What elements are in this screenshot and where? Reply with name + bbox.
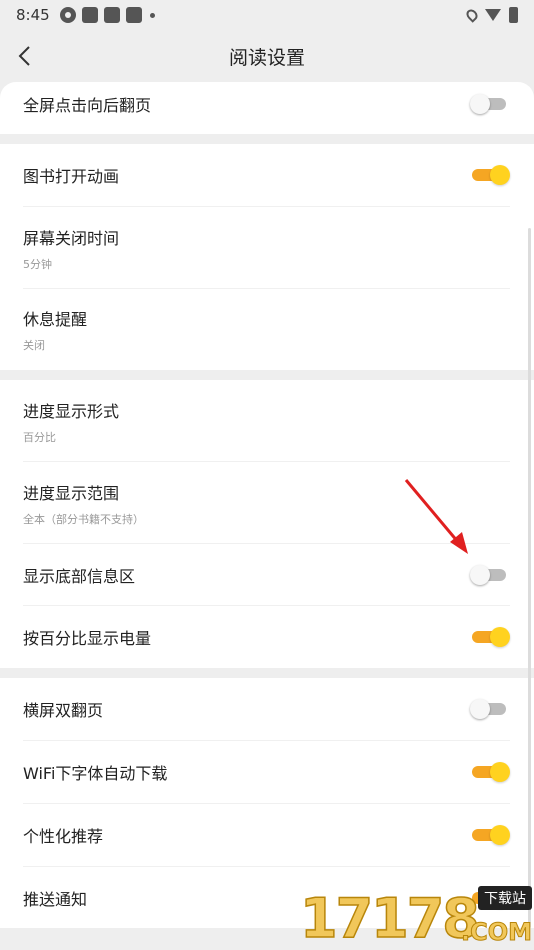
battery-icon [509,7,518,23]
app-icon [125,7,142,23]
toggle-battery-percent[interactable] [470,627,510,647]
app-icon [103,7,120,23]
setting-title: 横屏双翻页 [23,701,104,720]
setting-title: 全屏点击向后翻页 [23,96,152,115]
setting-title: 按百分比显示电量 [23,629,152,648]
setting-row-open-animation[interactable]: 图书打开动画 [0,144,534,206]
setting-row-battery-percent[interactable]: 按百分比显示电量 [0,606,534,668]
setting-row-progress-format[interactable]: 进度显示形式 百分比 [0,380,534,462]
toggle-personalized-recommend[interactable] [470,825,510,845]
watermark-suffix: .COM [460,918,532,947]
back-button[interactable] [8,40,40,72]
setting-title: 休息提醒 [23,310,88,329]
chevron-left-icon [18,46,30,66]
setting-value: 百分比 [23,430,56,444]
fan-icon [59,7,76,23]
watermark-number: 17178 [299,887,480,950]
settings-section-2: 图书打开动画 屏幕关闭时间 5分钟 休息提醒 关闭 [0,144,534,370]
setting-title: 推送通知 [23,889,88,909]
title-bar: 阅读设置 [0,30,534,82]
setting-row-fullscreen-tap[interactable]: 全屏点击向后翻页 [0,82,534,126]
setting-row-screen-timeout[interactable]: 屏幕关闭时间 5分钟 [0,207,534,289]
toggle-fullscreen-tap[interactable] [470,94,510,114]
toggle-wifi-font-download[interactable] [470,762,510,782]
watermark-logo: 17178 下载站 .COM [299,886,533,950]
wifi-icon [485,9,501,21]
page-title: 阅读设置 [228,46,305,69]
setting-value: 5分钟 [23,257,52,271]
setting-title: 进度显示范围 [23,483,120,503]
setting-title: 个性化推荐 [23,827,104,846]
setting-row-wifi-font-download[interactable]: WiFi下字体自动下载 [0,741,534,803]
app-icon [81,7,98,23]
settings-section-1: 全屏点击向后翻页 [0,82,534,134]
setting-title: 图书打开动画 [23,167,120,186]
scrollbar[interactable] [528,228,531,928]
setting-value: 全本（部分书籍不支持） [23,512,144,526]
watermark-badge: 下载站 [478,886,532,910]
setting-row-landscape-double-page[interactable]: 横屏双翻页 [0,678,534,740]
dot-icon [149,12,155,18]
status-bar: 8:45 [0,0,534,30]
setting-row-personalized-recommend[interactable]: 个性化推荐 [0,804,534,866]
toggle-open-animation[interactable] [470,165,510,185]
status-time: 8:45 [16,6,50,24]
toggle-bottom-info[interactable] [470,565,510,585]
setting-title: 显示底部信息区 [23,567,136,586]
setting-title: 屏幕关闭时间 [23,228,120,248]
setting-value: 关闭 [23,339,45,352]
annotation-arrow-icon [404,479,468,554]
setting-row-rest-reminder[interactable]: 休息提醒 关闭 [0,289,534,370]
setting-title: WiFi下字体自动下载 [23,764,168,783]
setting-title: 进度显示形式 [23,401,120,421]
location-icon [464,7,480,23]
toggle-landscape-double-page[interactable] [470,699,510,719]
